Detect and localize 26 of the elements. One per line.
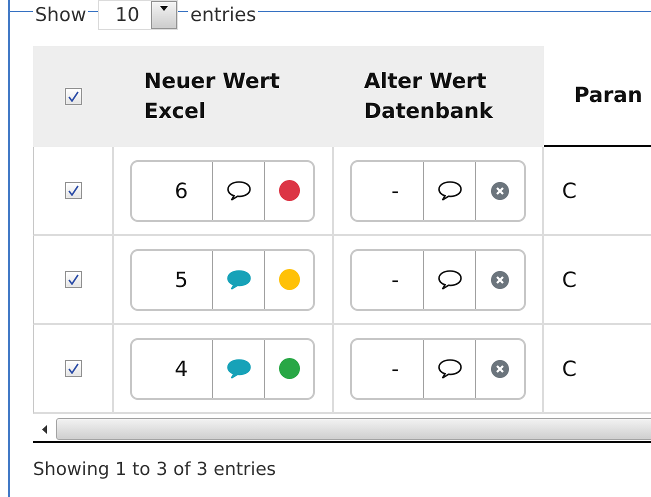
- select-all-checkbox[interactable]: [65, 88, 82, 105]
- comment-icon[interactable]: [436, 180, 462, 202]
- comment-icon[interactable]: [436, 358, 462, 380]
- value-input-group[interactable]: -: [350, 160, 526, 222]
- column-header[interactable]: Neuer Wert Excel: [114, 46, 334, 147]
- clear-icon[interactable]: [491, 182, 509, 200]
- table-cell: C: [544, 236, 651, 325]
- table-cell: C: [544, 147, 651, 236]
- row-checkbox[interactable]: [64, 360, 82, 377]
- value-input-group[interactable]: -: [350, 338, 526, 400]
- horizontal-scrollbar[interactable]: [33, 417, 651, 443]
- row-checkbox[interactable]: [64, 271, 82, 288]
- clear-icon[interactable]: [491, 360, 509, 378]
- value-input-group[interactable]: 5: [130, 248, 315, 310]
- table-cell: C: [544, 325, 651, 414]
- value-input-group[interactable]: 6: [130, 160, 315, 222]
- value-input-group[interactable]: -: [350, 248, 526, 310]
- row-checkbox[interactable]: [64, 182, 82, 199]
- comment-icon[interactable]: [436, 268, 462, 290]
- column-header[interactable]: Alter Wert Datenbank: [334, 46, 544, 147]
- entries-info: Showing 1 to 3 of 3 entries: [33, 459, 277, 480]
- clear-icon[interactable]: [491, 270, 509, 288]
- left-arrow-icon[interactable]: [42, 424, 47, 434]
- comment-icon[interactable]: [226, 180, 252, 202]
- value-input-group[interactable]: 4: [130, 338, 315, 400]
- entries-select[interactable]: 10: [98, 0, 178, 30]
